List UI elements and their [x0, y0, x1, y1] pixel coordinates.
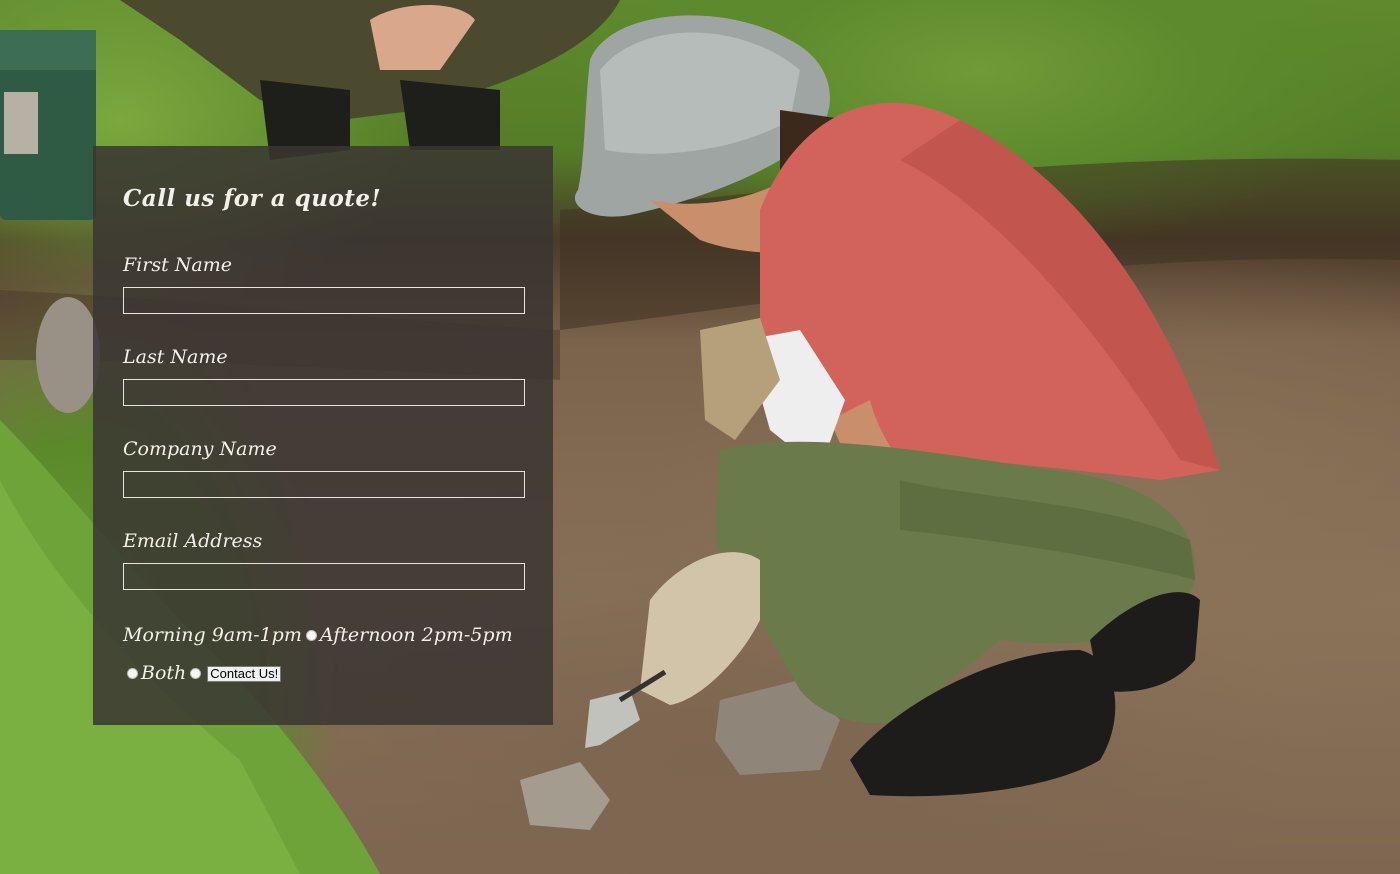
morning-option-label: Morning 9am-1pm	[123, 624, 302, 646]
morning-radio[interactable]	[305, 630, 317, 641]
company-name-label: Company Name	[123, 438, 277, 460]
last-name-input[interactable]	[123, 379, 525, 406]
email-address-input[interactable]	[123, 563, 525, 590]
email-address-label: Email Address	[123, 530, 263, 552]
afternoon-option-label: Afternoon 2pm-5pm	[319, 624, 513, 646]
first-name-input[interactable]	[123, 287, 525, 314]
form-title: Call us for a quote!	[123, 185, 382, 212]
contact-time-options: Morning 9am-1pm Afternoon 2pm-5pm Both Cont…	[123, 616, 527, 692]
both-radio[interactable]	[190, 668, 202, 679]
contact-us-button[interactable]: Contact Us!	[207, 666, 282, 682]
company-name-input[interactable]	[123, 471, 525, 498]
last-name-label: Last Name	[123, 346, 228, 368]
first-name-label: First Name	[123, 254, 232, 276]
quote-form: Call us for a quote! First Name Last Nam…	[93, 146, 553, 725]
both-option-label: Both	[141, 662, 187, 684]
afternoon-radio[interactable]	[127, 668, 138, 679]
